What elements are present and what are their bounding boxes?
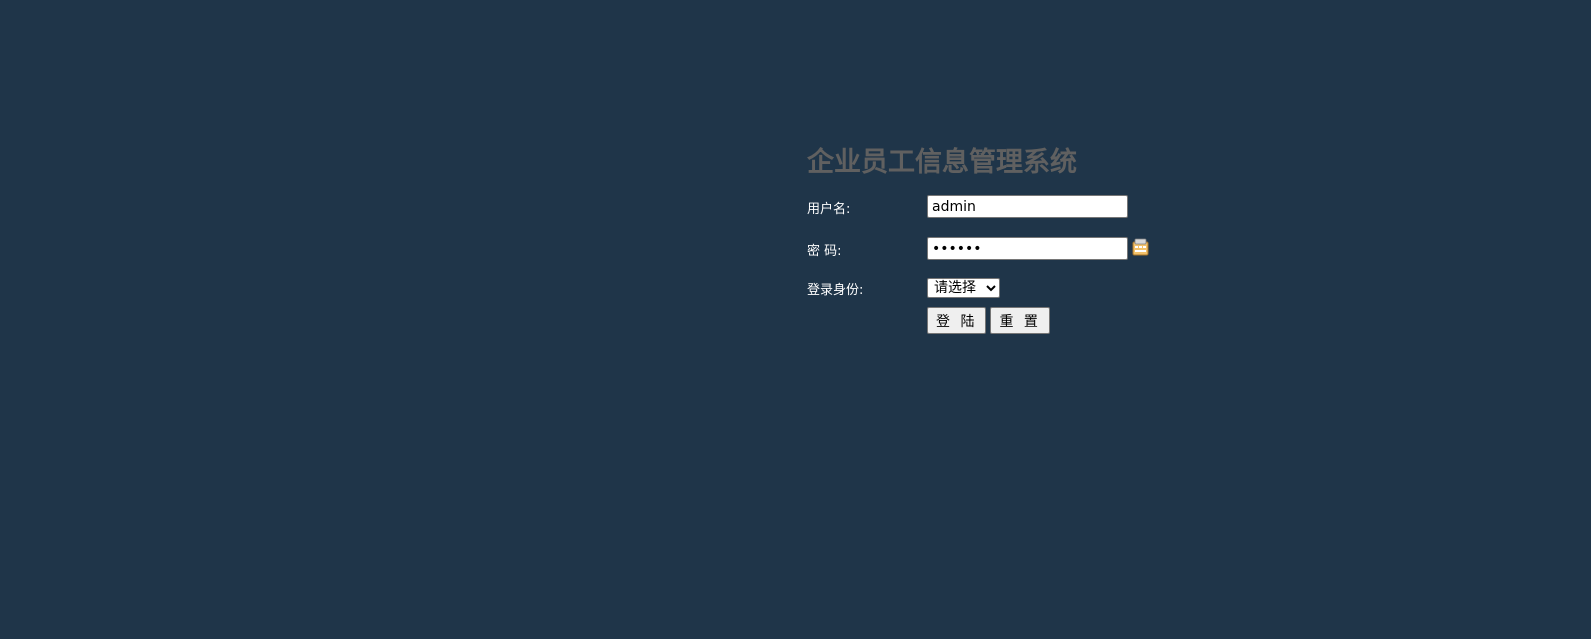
username-input[interactable]: [927, 195, 1128, 218]
password-label: 密 码:: [807, 244, 842, 259]
password-field-wrap: [927, 237, 1128, 260]
button-group: 登 陆重 置: [927, 307, 1054, 334]
login-panel: 企业员工信息管理系统 用户名: 密 码: 登录身份: 请选择 登 陆: [807, 143, 1167, 334]
username-label: 用户名:: [807, 202, 851, 217]
page-title: 企业员工信息管理系统: [807, 147, 1077, 178]
role-field-wrap: 请选择: [927, 277, 1000, 298]
role-select[interactable]: 请选择: [927, 278, 1000, 298]
username-field-wrap: [927, 195, 1128, 218]
login-button[interactable]: 登 陆: [927, 307, 987, 334]
soft-keyboard-icon[interactable]: [1132, 238, 1149, 256]
role-label: 登录身份:: [807, 283, 864, 298]
reset-button[interactable]: 重 置: [990, 307, 1050, 334]
password-input[interactable]: [927, 237, 1128, 260]
